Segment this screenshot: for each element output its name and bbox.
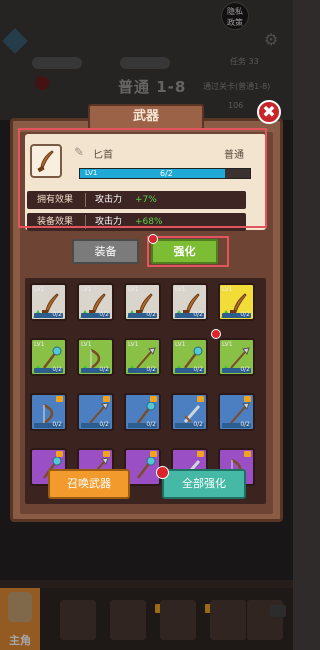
summon-weapon-button[interactable]: 召唤武器 [48, 469, 130, 499]
slot-level: LV1 [128, 286, 139, 293]
slot-level: LV1 [34, 286, 45, 293]
weapon-slot[interactable]: LV1 0/2 [218, 338, 255, 376]
slot-count: 0/2 [99, 366, 109, 373]
slot-level: LV1 [175, 286, 186, 293]
slot-level: LV1 [222, 341, 233, 348]
info-highlight-box [18, 128, 267, 228]
lock-icon [197, 451, 204, 457]
slot-level: LV1 [81, 286, 92, 293]
slot-count: 0/2 [240, 421, 250, 428]
lock-icon [56, 451, 63, 457]
weapon-slot[interactable]: LV1 0/2 [218, 283, 255, 321]
strengthen-highlight-box [147, 236, 229, 267]
panel-title: 武器 [88, 104, 204, 130]
weapon-slot[interactable]: LV1 0/2 [171, 338, 208, 376]
weapon-slot[interactable]: LV1 0/2 [171, 283, 208, 321]
tab-equip[interactable]: 装备 [72, 239, 139, 264]
lock-icon [150, 451, 157, 457]
slot-count: 0/2 [193, 421, 203, 428]
slot-level: LV1 [128, 341, 139, 348]
slot-count: 0/2 [240, 311, 250, 318]
weapon-slot[interactable]: LV1 0/2 [77, 283, 114, 321]
weapon-slot[interactable]: 0/2 [124, 393, 161, 431]
slot-count: 0/2 [193, 366, 203, 373]
lock-icon [150, 396, 157, 402]
notification-dot [211, 329, 221, 339]
slot-count: 0/2 [240, 366, 250, 373]
slot-level: LV1 [175, 341, 186, 348]
slot-count: 0/2 [99, 311, 109, 318]
notification-dot [148, 234, 158, 244]
slot-count: 0/2 [146, 366, 156, 373]
notification-dot [156, 466, 169, 479]
slot-count: 0/2 [52, 366, 62, 373]
slot-level: LV1 [34, 341, 45, 348]
close-button[interactable]: ✖ [257, 100, 281, 124]
weapon-slot[interactable]: LV1 0/2 [77, 338, 114, 376]
lock-icon [197, 396, 204, 402]
lock-icon [103, 451, 110, 457]
weapon-slot[interactable]: 0/2 [77, 393, 114, 431]
slot-count: 0/2 [193, 311, 203, 318]
slot-count: 0/2 [146, 421, 156, 428]
slot-count: 0/2 [146, 311, 156, 318]
slot-level: LV1 [81, 341, 92, 348]
lock-icon [244, 451, 251, 457]
weapon-slot[interactable]: LV1 0/2 [30, 283, 67, 321]
lock-icon [56, 396, 63, 402]
slot-count: 0/2 [99, 421, 109, 428]
lock-icon [244, 396, 251, 402]
staff-icon [137, 456, 156, 479]
weapon-slot[interactable]: LV1 0/2 [124, 338, 161, 376]
weapon-slot[interactable]: 0/2 [171, 393, 208, 431]
lock-icon [103, 396, 110, 402]
weapon-slot[interactable]: LV1 0/2 [30, 338, 67, 376]
weapon-slot[interactable]: 0/2 [218, 393, 255, 431]
weapon-slot[interactable]: LV1 0/2 [124, 283, 161, 321]
slot-count: 0/2 [52, 311, 62, 318]
weapon-slot[interactable]: 0/2 [30, 393, 67, 431]
slot-level: LV1 [222, 286, 233, 293]
slot-count: 0/2 [52, 421, 62, 428]
strengthen-all-button[interactable]: 全部强化 [162, 469, 246, 499]
